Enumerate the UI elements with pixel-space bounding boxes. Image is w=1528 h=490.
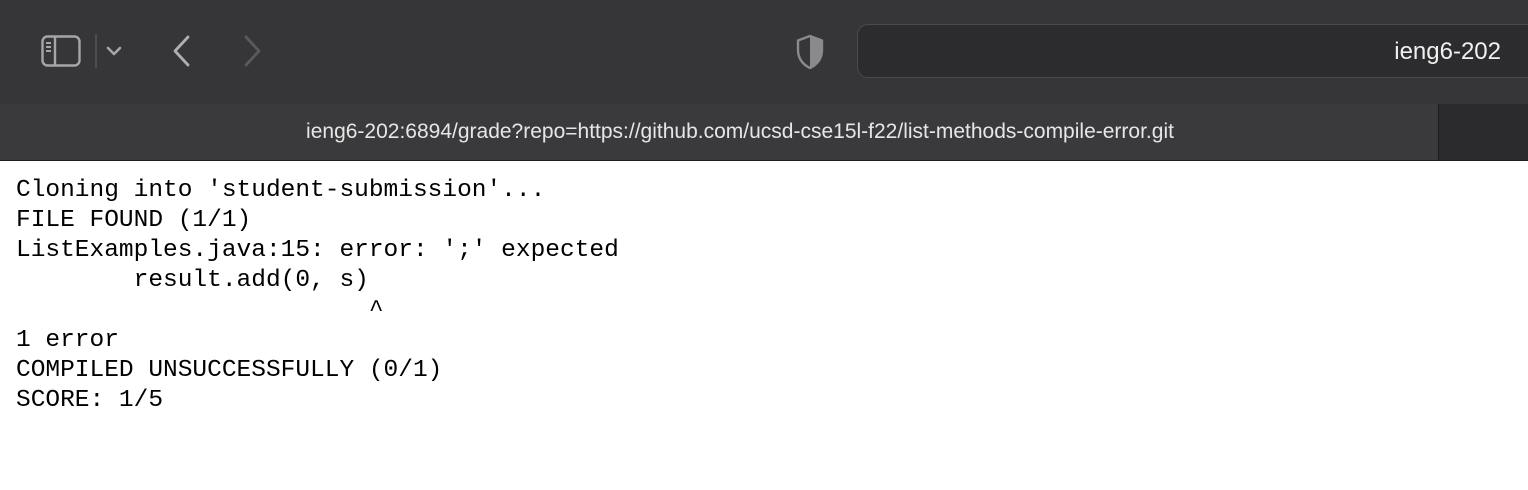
output-line: ListExamples.java:15: error: ';' expecte… <box>16 237 619 264</box>
tab-title[interactable]: ieng6-202:6894/grade?repo=https://github… <box>0 104 1480 160</box>
output-line: COMPILED UNSUCCESSFULLY (0/1) <box>16 357 443 384</box>
toolbar-divider <box>95 34 97 68</box>
address-bar[interactable]: ieng6-202 <box>857 24 1528 78</box>
forward-arrow-icon[interactable] <box>238 32 266 70</box>
tab-divider <box>0 160 1528 161</box>
output-line: FILE FOUND (1/1) <box>16 207 252 234</box>
page-content: Cloning into 'student-submission'... FILE… <box>16 176 619 416</box>
back-arrow-icon[interactable] <box>168 32 196 70</box>
output-line: ^ <box>16 297 384 324</box>
chevron-down-icon[interactable] <box>104 40 124 62</box>
output-line: Cloning into 'student-submission'... <box>16 177 546 204</box>
output-line: result.add(0, s) <box>16 267 369 294</box>
output-line: 1 error <box>16 327 119 354</box>
output-line: SCORE: 1/5 <box>16 387 164 414</box>
browser-toolbar: ieng6-202 <box>0 0 1528 104</box>
inactive-tab[interactable] <box>1438 104 1528 160</box>
shield-icon[interactable] <box>792 32 828 72</box>
sidebar-toggle-icon[interactable] <box>40 34 82 68</box>
address-text: ieng6-202 <box>1394 38 1501 65</box>
